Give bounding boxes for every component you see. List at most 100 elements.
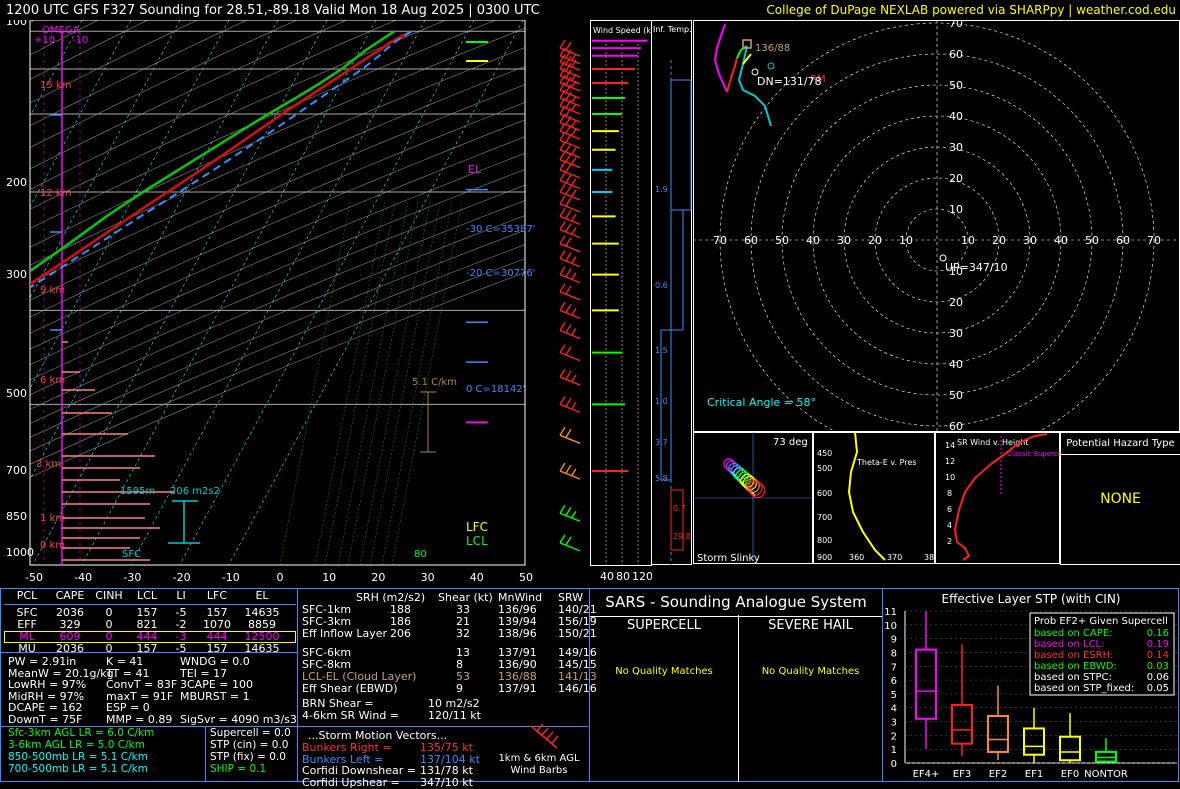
theta-p-500: 500	[817, 464, 832, 473]
hdr-lcl: LCL	[137, 589, 157, 602]
lapse-rates: Sfc-3km AGL LR = 6.0 C/km 3-6km AGL LR = …	[8, 727, 154, 775]
stp-y-tick: 10	[884, 621, 897, 632]
hdr-cinh: CINH	[95, 589, 123, 602]
p-label-200: 200	[6, 176, 27, 189]
parcel-cell: 14635	[244, 642, 280, 655]
sars-supercell-title: SUPERCELL	[627, 618, 701, 633]
parcel-cell: 157	[136, 642, 158, 655]
temp-tick-label: 50	[519, 571, 533, 584]
theta-title: Theta-E v. Pres	[856, 458, 917, 467]
hodo-up-label: UP=347/10	[945, 261, 1008, 274]
hodo-ring-label: 70	[713, 234, 727, 247]
stp-cat-label: EF2	[989, 769, 1007, 780]
hodo-ring-label: 40	[806, 234, 820, 247]
parcel-rows: SFC 2036 0 157 -5 157 14635 EFF 329 0 821 -2 1070 885…	[4, 607, 296, 655]
stp-legend: Prob EF2+ Given Supercell based on CAPE:…	[1029, 612, 1175, 696]
hodo-ring-label: 10	[949, 203, 963, 216]
temp-tick-label: -50	[25, 571, 43, 584]
barb-caption: 1km & 6km AGL Wind Barbs	[494, 753, 584, 777]
p-label-500: 500	[6, 387, 27, 400]
legend-title: Prob EF2+ Given Supercell	[1034, 616, 1168, 627]
wind-barb	[559, 426, 581, 444]
parcel-row[interactable]: MU 2036 0 157 -5 157 14635	[4, 643, 296, 655]
adv-title: Inf. Temp. Adv (C/hr)	[653, 25, 693, 34]
wind-barb	[559, 97, 581, 115]
stp-y-tick: 1	[891, 745, 897, 756]
legend-value: 0.14	[1147, 650, 1169, 661]
kin-wind-barbs-icon	[530, 723, 559, 749]
legend-value: 0.19	[1147, 639, 1169, 650]
stp-cat-label: NONTOR	[1084, 769, 1128, 780]
height-6km: 6 km	[40, 375, 65, 386]
sr-y-8: 8	[947, 489, 952, 498]
wind-barb	[559, 368, 581, 386]
stp-box-EF1: EF1	[1023, 707, 1045, 780]
height-15km: 15 km	[40, 80, 71, 91]
parcel-header-row: PCL CAPE CINH LCL LI LFC EL	[4, 590, 296, 602]
hodo-ring-label: 70	[949, 20, 963, 30]
theta-p-900: 900	[817, 553, 832, 562]
dry-adiabat	[30, 20, 148, 80]
wind-speed-title: Wind Speed (knots)	[593, 26, 652, 35]
height-1km: 1 km	[40, 513, 65, 524]
hodo-segment-magenta	[713, 23, 728, 93]
isotherm	[30, 20, 230, 390]
thermo-index: SigSvr = 4090 m3/s3	[180, 712, 297, 726]
wind-barb	[559, 504, 581, 522]
adv-label-4: 1.0	[655, 397, 668, 406]
lapse-rate: 3-6km AGL LR = 5.0 C/km	[8, 739, 145, 751]
isotherm	[30, 20, 132, 208]
p-label-700: 700	[6, 464, 27, 477]
theta-x-360: 360	[849, 553, 864, 562]
legend-value: 0.06	[1147, 672, 1169, 683]
temp-tick-label: -30	[123, 571, 141, 584]
thermo-index: K = 41	[106, 655, 144, 668]
wind-barb	[559, 283, 581, 301]
legend-value: 0.16	[1147, 628, 1169, 639]
hodo-ring-label: 20	[949, 296, 963, 309]
hodo-dn-label: DN=131/78	[757, 75, 822, 88]
wind-barb	[559, 250, 581, 268]
sars-title: SARS - Sounding Analogue System	[605, 593, 867, 611]
wind-barbs	[559, 39, 581, 552]
ws-tick-40: 40	[600, 570, 614, 583]
kin-label: Eff Shear (EBWD)	[302, 682, 398, 695]
dry-adiabat	[30, 200, 525, 410]
adv-label-2: 0.6	[655, 281, 668, 290]
hodo-ring	[781, 84, 1093, 396]
dry-adiabat	[30, 20, 248, 127]
sr-y-14: 14	[945, 441, 955, 450]
credit-text: College of DuPage NEXLAB powered via SHA…	[766, 3, 1176, 17]
wind-barb	[559, 235, 581, 253]
wind-speed-panel: Wind Speed (knots) 40 80 120	[590, 20, 652, 583]
hodo-ring-label: 30	[949, 327, 963, 340]
temp-tick-label: 40	[470, 571, 484, 584]
thermo-index: DCAPE = 162	[8, 701, 83, 714]
hodograph-panel: 10 10101020 20202030 30303040 40404050 505050…	[693, 20, 1180, 432]
isotherm	[130, 20, 426, 565]
legend-label: based on EBWD:	[1034, 661, 1117, 672]
height-3km: 3 km	[36, 459, 61, 470]
parcel-cell: MU	[18, 642, 36, 655]
lapse-rate: 850-500mb LR = 5.1 C/km	[8, 751, 148, 763]
classic-supercell: Classic Supercell	[1007, 450, 1060, 458]
mix-ratio-line	[279, 201, 351, 565]
omega-tick-plus: +10	[34, 35, 55, 46]
stp-y-tick: 3	[891, 718, 897, 729]
sr46-value: 120/11 kt	[428, 709, 481, 722]
theta-p-800: 800	[817, 536, 832, 545]
lfc-label: LFC	[466, 520, 488, 534]
hodo-ring-label: 60	[949, 420, 963, 432]
hodo-ring-label: 60	[949, 48, 963, 61]
parcel-table: PCL CAPE CINH LCL LI LFC EL SFC 2036 0 157-…	[4, 590, 296, 655]
temp-tick-label: -20	[173, 571, 191, 584]
stp-y-tick: 6	[891, 676, 897, 687]
parcel-cell: 0	[105, 642, 113, 655]
height-12km: 12 km	[40, 188, 71, 199]
hodo-ring-label: 20	[949, 172, 963, 185]
slinky-circles	[723, 458, 766, 499]
sr-y-2: 2	[947, 537, 952, 546]
hodo-ring-label: 50	[949, 79, 963, 92]
ws-tick-80: 80	[616, 570, 630, 583]
wind-barb	[559, 105, 581, 123]
